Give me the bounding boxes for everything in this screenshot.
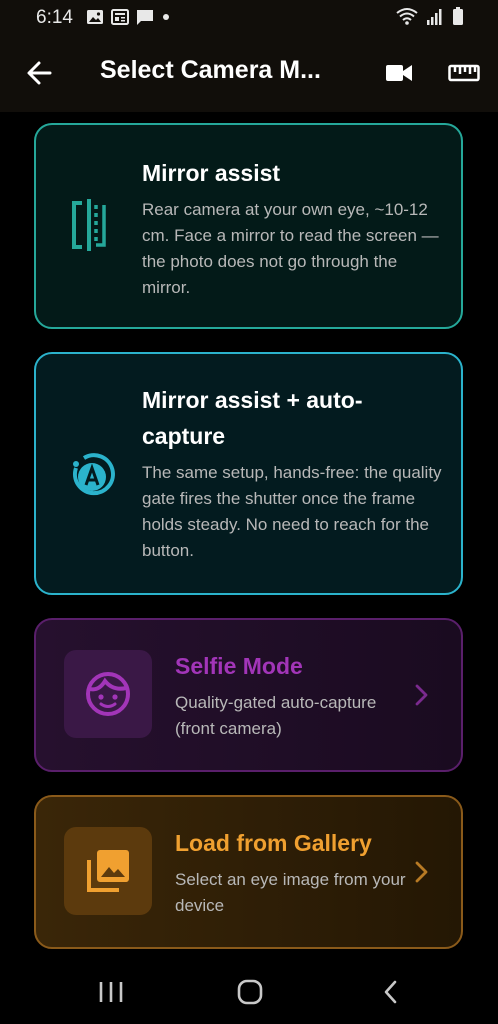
- chevron-right-icon: [415, 684, 428, 706]
- back-button[interactable]: [20, 54, 58, 92]
- selfie-icon-tile: [64, 650, 152, 738]
- status-system-icons: [396, 6, 464, 26]
- chevron-right-icon: [415, 861, 428, 883]
- card-description: The same setup, hands-free: the quality …: [142, 463, 442, 560]
- wifi-icon: [396, 8, 418, 25]
- auto-capture-icon: [72, 453, 115, 496]
- face-icon: [86, 672, 130, 716]
- card-description: Select an eye image from your device: [175, 870, 406, 915]
- card-description: Rear camera at your own eye, ~10-12 cm. …: [142, 200, 439, 297]
- selfie-mode-card[interactable]: Selfie Mode Quality-gated auto-capture (…: [34, 618, 463, 772]
- signal-icon: [427, 9, 442, 25]
- mirror-split-icon: [72, 199, 106, 251]
- status-time: 6:14: [36, 7, 73, 28]
- gallery-icon-tile: [64, 827, 152, 915]
- news-icon: [111, 9, 129, 25]
- status-bar: 6:14: [0, 0, 498, 34]
- card-title: Selfie Mode: [175, 653, 303, 679]
- ruler-button[interactable]: [444, 54, 484, 92]
- ruler-icon: [448, 64, 480, 82]
- card-title: Mirror assist: [142, 160, 281, 186]
- recents-icon[interactable]: [96, 980, 126, 1004]
- mirror-assist-card[interactable]: Mirror assist Rear camera at your own ey…: [34, 123, 463, 329]
- mirror-assist-auto-capture-card[interactable]: Mirror assist + auto-capture The same se…: [34, 352, 463, 595]
- message-icon: [137, 10, 153, 25]
- photo-library-icon: [87, 850, 129, 892]
- card-title: Load from Gallery: [175, 830, 372, 856]
- arrow-left-icon: [27, 61, 52, 85]
- status-notification-icons: [86, 8, 171, 26]
- video-camera-button[interactable]: [380, 54, 418, 92]
- card-title: Mirror assist + auto-capture: [142, 387, 363, 449]
- page-title: Select Camera M...: [100, 56, 321, 84]
- card-description: Quality-gated auto-capture (front camera…: [175, 693, 377, 738]
- back-icon[interactable]: [378, 978, 404, 1006]
- system-nav-bar: [0, 960, 498, 1024]
- image-icon: [87, 10, 103, 24]
- battery-icon: [453, 7, 463, 25]
- load-from-gallery-card[interactable]: Load from Gallery Select an eye image fr…: [34, 795, 463, 949]
- dot-icon: [163, 14, 169, 20]
- video-camera-icon: [386, 65, 412, 81]
- app-bar: Select Camera M...: [0, 34, 498, 112]
- home-icon[interactable]: [236, 978, 264, 1006]
